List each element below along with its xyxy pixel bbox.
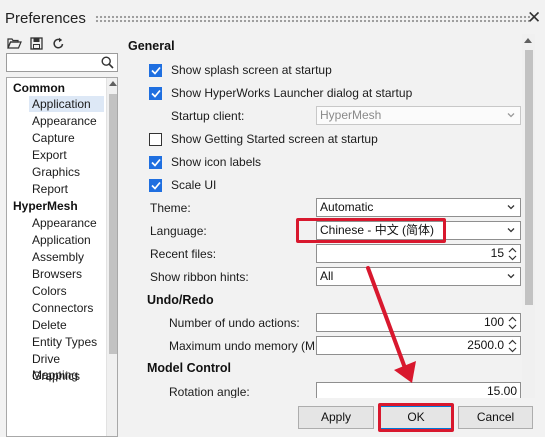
save-icon[interactable] [28, 35, 44, 51]
tree-item-capture[interactable]: Capture [29, 130, 104, 146]
spin-arrows-icon[interactable] [508, 316, 517, 330]
chevron-down-icon [507, 205, 515, 210]
show-getting-started-checkbox[interactable] [149, 132, 162, 146]
window-title: Preferences [5, 10, 86, 27]
title-bar: Preferences ✕ [0, 0, 545, 34]
tree-item-hm-entity-types[interactable]: Entity Types [29, 334, 104, 350]
tree-item-hm-browsers[interactable]: Browsers [29, 266, 104, 282]
show-launcher-checkbox[interactable] [149, 86, 162, 100]
theme-dropdown[interactable]: Automatic [316, 198, 521, 217]
tree-group-hypermesh[interactable]: HyperMesh [13, 199, 78, 213]
ribbon-hints-value: All [320, 269, 334, 283]
undo-redo-heading: Undo/Redo [147, 293, 214, 307]
undo-actions-label: Number of undo actions: [169, 316, 300, 330]
undo-memory-value: 2500.0 [467, 338, 504, 352]
recent-files-spinbox[interactable]: 15 [316, 244, 521, 263]
tree-group-common[interactable]: Common [13, 81, 65, 95]
language-dropdown[interactable]: Chinese - 中文 (简体) [316, 221, 521, 240]
scale-ui-checkbox[interactable] [149, 178, 162, 192]
chevron-down-icon [507, 274, 515, 279]
chevron-down-icon [507, 228, 515, 233]
settings-scroll-thumb[interactable] [525, 50, 533, 305]
tree-item-hm-delete[interactable]: Delete [29, 317, 104, 333]
tree-item-hm-application[interactable]: Application [29, 232, 104, 248]
apply-button[interactable]: Apply [298, 406, 374, 429]
show-icon-labels-option[interactable]: Show icon labels [149, 154, 261, 170]
settings-scrollbar[interactable] [522, 34, 535, 398]
show-icon-labels-checkbox[interactable] [149, 155, 162, 169]
show-splash-label: Show splash screen at startup [171, 63, 332, 77]
undo-actions-value: 100 [483, 315, 504, 329]
rotation-angle-label: Rotation angle: [169, 385, 250, 398]
recent-files-value: 15 [490, 246, 504, 260]
tree-item-hm-appearance[interactable]: Appearance [29, 215, 104, 231]
spin-arrows-icon[interactable] [508, 339, 517, 353]
tree-scroll-thumb[interactable] [109, 94, 117, 354]
drag-grip[interactable] [95, 15, 530, 23]
undo-memory-label: Maximum undo memory (MB): [169, 339, 331, 353]
theme-value: Automatic [320, 200, 374, 214]
rotation-angle-field[interactable]: 15.00 [316, 382, 521, 398]
show-getting-started-label: Show Getting Started screen at startup [171, 132, 378, 146]
startup-client-value: HyperMesh [320, 108, 382, 122]
show-launcher-option[interactable]: Show HyperWorks Launcher dialog at start… [149, 85, 412, 101]
undo-memory-spinbox[interactable]: 2500.0 [316, 336, 521, 355]
preferences-toolbar [6, 35, 66, 51]
startup-client-label: Startup client: [171, 109, 245, 123]
cancel-button[interactable]: Cancel [458, 406, 533, 429]
folder-open-icon[interactable] [6, 35, 22, 51]
show-splash-option[interactable]: Show splash screen at startup [149, 62, 332, 78]
model-control-heading: Model Control [147, 361, 232, 375]
language-label: Language: [150, 224, 207, 238]
undo-actions-spinbox[interactable]: 100 [316, 313, 521, 332]
show-icon-labels-label: Show icon labels [171, 155, 262, 169]
show-launcher-label: Show HyperWorks Launcher dialog at start… [171, 86, 413, 100]
tree-item-report[interactable]: Report [29, 181, 104, 197]
tree-item-hm-connectors[interactable]: Connectors [29, 300, 104, 316]
general-heading: General [128, 39, 175, 53]
show-getting-started-option[interactable]: Show Getting Started screen at startup [149, 131, 378, 147]
tree-item-application[interactable]: Application [29, 96, 104, 112]
tree-item-hm-assembly[interactable]: Assembly [29, 249, 104, 265]
search-input[interactable] [7, 54, 97, 71]
theme-label: Theme: [150, 201, 191, 215]
recent-files-label: Recent files: [150, 247, 217, 261]
settings-panel: General Show splash screen at startup Sh… [121, 34, 531, 398]
tree-item-hm-drive-mapping[interactable]: Drive Mapping [29, 351, 104, 382]
startup-client-dropdown[interactable]: HyperMesh [316, 106, 521, 125]
scroll-up-icon[interactable] [109, 81, 117, 86]
rotation-angle-value: 15.00 [486, 384, 517, 398]
close-button[interactable]: ✕ [527, 8, 541, 28]
tree-scrollbar[interactable] [106, 78, 117, 436]
tree-item-export[interactable]: Export [29, 147, 104, 163]
ribbon-hints-label: Show ribbon hints: [150, 270, 249, 284]
refresh-icon[interactable] [50, 35, 66, 51]
ribbon-hints-dropdown[interactable]: All [316, 267, 521, 286]
show-splash-checkbox[interactable] [149, 63, 162, 77]
chevron-down-icon [507, 113, 515, 118]
scale-ui-option[interactable]: Scale UI [149, 177, 216, 193]
search-box [6, 53, 118, 72]
tree-item-appearance[interactable]: Appearance [29, 113, 104, 129]
spin-arrows-icon[interactable] [508, 247, 517, 261]
scroll-up-icon[interactable] [524, 38, 532, 43]
tree-item-graphics[interactable]: Graphics [29, 164, 104, 180]
scale-ui-label: Scale UI [171, 178, 217, 192]
category-tree: Common Application Appearance Capture Ex… [6, 77, 118, 437]
search-icon [101, 56, 114, 72]
tree-item-hm-graphics[interactable]: Graphics [29, 368, 104, 384]
language-value: Chinese - 中文 (简体) [320, 223, 435, 237]
tree-item-hm-colors[interactable]: Colors [29, 283, 104, 299]
ok-button[interactable]: OK [380, 406, 452, 429]
